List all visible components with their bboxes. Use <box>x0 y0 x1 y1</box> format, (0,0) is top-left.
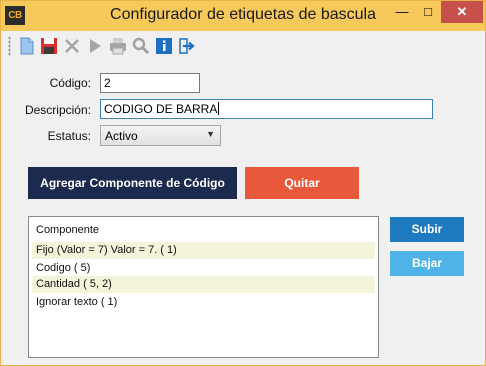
list-item[interactable]: Cantidad ( 5, 2) <box>32 276 375 293</box>
descripcion-label: Descripción: <box>24 103 91 117</box>
estatus-selected-value: Activo <box>105 129 138 143</box>
move-up-button[interactable]: Subir <box>390 217 464 242</box>
list-item[interactable]: Fijo (Valor = 7) Valor = 7. ( 1) <box>32 242 375 259</box>
toolbar-grip[interactable] <box>8 36 11 56</box>
estatus-label: Estatus: <box>47 129 91 143</box>
text-caret <box>218 102 220 115</box>
exit-icon[interactable] <box>177 36 197 56</box>
chevron-down-icon: ▼ <box>206 129 215 139</box>
codigo-input[interactable]: 2 <box>100 73 200 93</box>
estatus-select[interactable]: Activo ▼ <box>100 125 221 146</box>
title-bar[interactable]: CB Configurador de etiquetas de bascula … <box>1 1 485 31</box>
add-component-button[interactable]: Agregar Componente de Código <box>28 167 237 199</box>
move-down-button[interactable]: Bajar <box>390 251 464 276</box>
info-icon[interactable] <box>154 36 174 56</box>
save-icon[interactable] <box>39 36 59 56</box>
list-item[interactable]: Ignorar texto ( 1) <box>32 294 375 311</box>
list-item[interactable]: Codigo ( 5) <box>32 260 375 277</box>
toolbar <box>1 31 485 60</box>
descripcion-input[interactable]: CODIGO DE BARRA <box>100 99 433 119</box>
descripcion-value: CODIGO DE BARRA <box>104 102 218 116</box>
search-icon[interactable] <box>131 36 151 56</box>
new-file-icon[interactable] <box>17 36 37 56</box>
delete-icon[interactable] <box>62 36 82 56</box>
play-icon[interactable] <box>85 36 105 56</box>
print-icon[interactable] <box>108 36 128 56</box>
close-button[interactable]: ✕ <box>441 1 483 23</box>
app-window: CB Configurador de etiquetas de bascula … <box>0 0 486 366</box>
list-column-header: Componente <box>36 224 99 236</box>
minimize-button[interactable]: — <box>389 1 415 23</box>
maximize-button[interactable]: □ <box>415 1 441 23</box>
components-list[interactable]: Componente Fijo (Valor = 7) Valor = 7. (… <box>28 216 379 358</box>
remove-button[interactable]: Quitar <box>245 167 359 199</box>
codigo-label: Código: <box>49 76 91 90</box>
